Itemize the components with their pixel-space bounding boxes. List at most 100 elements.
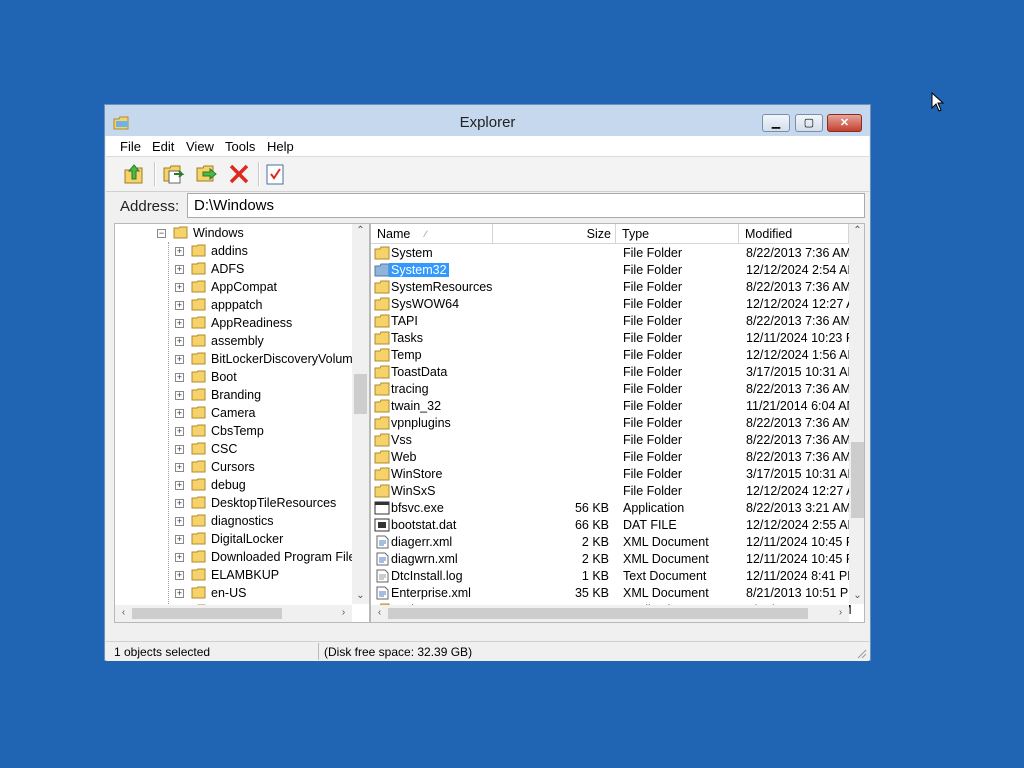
file-list[interactable]: Name ⁄ Size Type Modified System File Fol…: [370, 223, 865, 623]
up-folder-icon[interactable]: [122, 162, 146, 186]
file-modified: 12/12/2024 2:54 AM: [746, 263, 858, 277]
scroll-right-arrow-icon[interactable]: ›: [832, 607, 849, 618]
list-horizontal-scrollbar[interactable]: ‹ ›: [371, 605, 849, 622]
tree-item-label: DesktopTileResources: [211, 496, 337, 510]
file-row[interactable]: TAPI File Folder 8/22/2013 7:36 AM: [371, 313, 851, 330]
file-row[interactable]: SysWOW64 File Folder 12/12/2024 12:27 AM: [371, 296, 864, 313]
expand-toggle-icon[interactable]: +: [175, 409, 184, 418]
tree-item-label: ELAMBKUP: [211, 568, 280, 582]
file-row[interactable]: ToastData File Folder 3/17/2015 10:31 AM: [371, 364, 858, 381]
expand-toggle-icon[interactable]: +: [175, 283, 184, 292]
column-header-size[interactable]: Size: [493, 224, 616, 244]
file-row[interactable]: Temp File Folder 12/12/2024 1:56 AM: [371, 347, 858, 364]
menu-edit[interactable]: Edit: [152, 139, 174, 154]
maximize-button[interactable]: ▢: [795, 114, 823, 132]
move-to-folder-icon[interactable]: [195, 162, 219, 186]
expand-toggle-icon[interactable]: +: [175, 319, 184, 328]
file-row[interactable]: bfsvc.exe 56 KB Application 8/22/2013 3:21 …: [371, 500, 851, 517]
scrollbar-thumb[interactable]: [132, 608, 282, 619]
column-header-type[interactable]: Type: [616, 224, 739, 244]
expand-toggle-icon[interactable]: +: [175, 517, 184, 526]
file-row[interactable]: tracing File Folder 8/22/2013 7:36 AM: [371, 381, 851, 398]
file-type: DAT FILE: [623, 518, 677, 532]
expand-toggle-icon[interactable]: +: [175, 337, 184, 346]
resize-grip-icon[interactable]: [855, 647, 867, 659]
scroll-up-arrow-icon[interactable]: ⌃: [849, 225, 864, 236]
file-row[interactable]: diagerr.xml 2 KB XML Document 12/11/2024 10…: [371, 534, 864, 551]
properties-icon[interactable]: [263, 162, 287, 186]
folder-tree[interactable]: − Windows + addins + ADFS + AppCompat + apppatc…: [114, 223, 370, 623]
file-row[interactable]: System File Folder 8/22/2013 7:36 AM: [371, 245, 851, 262]
file-name: twain_32: [391, 399, 442, 413]
tree-vertical-scrollbar[interactable]: ⌃ ⌄: [352, 224, 369, 604]
expand-toggle-icon[interactable]: +: [175, 571, 184, 580]
collapse-toggle-icon[interactable]: −: [157, 229, 166, 238]
file-modified: 12/11/2024 10:45 PM: [746, 535, 865, 549]
expand-toggle-icon[interactable]: +: [175, 481, 184, 490]
file-row[interactable]: bootstat.dat 66 KB DAT FILE 12/12/2024 2:55…: [371, 517, 858, 534]
file-row[interactable]: Vss File Folder 8/22/2013 7:36 AM: [371, 432, 851, 449]
address-input[interactable]: D:\Windows: [187, 193, 865, 218]
scrollbar-thumb[interactable]: [388, 608, 808, 619]
file-row[interactable]: vpnplugins File Folder 8/22/2013 7:36 AM: [371, 415, 851, 432]
xml-file-icon: [376, 535, 389, 549]
minimize-button[interactable]: ▁: [762, 114, 790, 132]
file-name: Enterprise.xml: [391, 586, 471, 600]
expand-toggle-icon[interactable]: +: [175, 499, 184, 508]
expand-toggle-icon[interactable]: +: [175, 247, 184, 256]
scrollbar-thumb[interactable]: [851, 442, 864, 518]
menu-help[interactable]: Help: [267, 139, 294, 154]
tree-horizontal-scrollbar[interactable]: ‹ ›: [115, 605, 352, 622]
tree-item-label: debug: [211, 478, 246, 492]
copy-to-folder-icon[interactable]: [162, 162, 186, 186]
file-row[interactable]: Tasks File Folder 12/11/2024 10:23 PM: [371, 330, 864, 347]
file-row[interactable]: diagwrn.xml 2 KB XML Document 12/11/2024 10…: [371, 551, 864, 568]
menu-file[interactable]: File: [120, 139, 141, 154]
scroll-left-arrow-icon[interactable]: ‹: [115, 607, 132, 618]
column-header-modified[interactable]: Modified: [739, 224, 849, 244]
file-row[interactable]: Enterprise.xml 35 KB XML Document 8/21/2013…: [371, 585, 859, 602]
scroll-down-arrow-icon[interactable]: ⌄: [849, 590, 864, 601]
scroll-right-arrow-icon[interactable]: ›: [335, 607, 352, 618]
expand-toggle-icon[interactable]: +: [175, 535, 184, 544]
expand-toggle-icon[interactable]: +: [175, 427, 184, 436]
expand-toggle-icon[interactable]: +: [175, 355, 184, 364]
expand-toggle-icon[interactable]: +: [175, 463, 184, 472]
column-header-name[interactable]: Name ⁄: [371, 224, 493, 244]
expand-toggle-icon[interactable]: +: [175, 265, 184, 274]
file-row[interactable]: twain_32 File Folder 11/21/2014 6:04 AM: [371, 398, 857, 415]
expand-toggle-icon[interactable]: +: [175, 301, 184, 310]
file-row[interactable]: DtcInstall.log 1 KB Text Document 12/11/202…: [371, 568, 858, 585]
file-name: DtcInstall.log: [391, 569, 463, 583]
list-vertical-scrollbar[interactable]: ⌃ ⌄: [849, 224, 864, 604]
folder-icon: [191, 334, 206, 347]
scrollbar-thumb[interactable]: [354, 374, 367, 414]
file-row[interactable]: SystemResources File Folder 8/22/2013 7:36…: [371, 279, 851, 296]
expand-toggle-icon[interactable]: +: [175, 445, 184, 454]
file-row[interactable]: WinStore File Folder 3/17/2015 10:31 AM: [371, 466, 858, 483]
scroll-down-arrow-icon[interactable]: ⌄: [352, 590, 369, 601]
tree-item-label: en-US: [211, 586, 247, 600]
xml-file-icon: [376, 586, 389, 600]
menu-tools[interactable]: Tools: [225, 139, 255, 154]
folder-icon: [191, 280, 206, 293]
expand-toggle-icon[interactable]: +: [175, 391, 184, 400]
tree-item-label: AppCompat: [211, 280, 278, 294]
tree-item-label: DigitalLocker: [211, 532, 284, 546]
file-row[interactable]: System32 File Folder 12/12/2024 2:54 AM: [371, 262, 858, 279]
file-name: Vss: [391, 433, 412, 447]
scroll-left-arrow-icon[interactable]: ‹: [371, 607, 388, 618]
tree-item-label: AppReadiness: [211, 316, 293, 330]
expand-toggle-icon[interactable]: +: [175, 373, 184, 382]
title-bar[interactable]: Explorer ▁ ▢ ✕: [105, 105, 870, 136]
file-modified: 8/22/2013 7:36 AM: [746, 280, 851, 294]
menu-view[interactable]: View: [186, 139, 214, 154]
file-row[interactable]: WinSxS File Folder 12/12/2024 12:27 AM: [371, 483, 864, 500]
expand-toggle-icon[interactable]: +: [175, 589, 184, 598]
file-modified: 3/17/2015 10:31 AM: [746, 365, 858, 379]
delete-icon[interactable]: [227, 162, 251, 186]
scroll-up-arrow-icon[interactable]: ⌃: [352, 225, 369, 236]
expand-toggle-icon[interactable]: +: [175, 553, 184, 562]
close-button[interactable]: ✕: [827, 114, 862, 132]
file-row[interactable]: Web File Folder 8/22/2013 7:36 AM: [371, 449, 851, 466]
